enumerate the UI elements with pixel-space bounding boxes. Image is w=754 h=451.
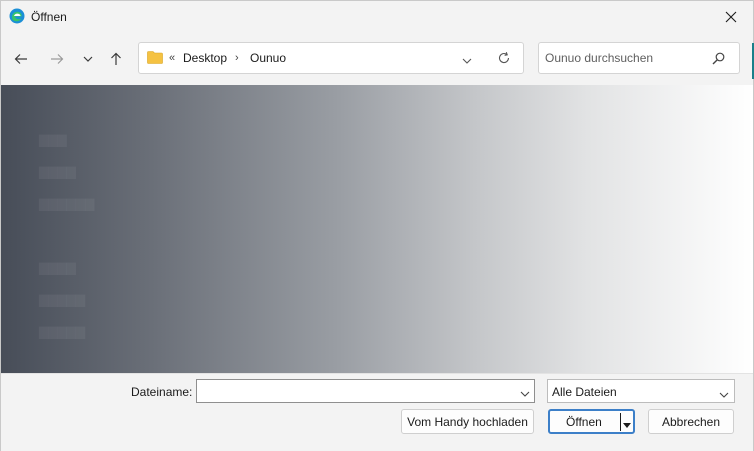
breadcrumb-separator[interactable]: › [235, 52, 239, 64]
forward-button[interactable] [46, 50, 68, 68]
refresh-icon[interactable] [497, 51, 511, 68]
blurred-item: ▇▇▇▇▇▇ [39, 197, 95, 211]
edge-icon [9, 8, 25, 24]
cancel-label: Abbrechen [661, 414, 721, 429]
recent-locations-button[interactable] [77, 50, 99, 68]
arrow-left-icon [14, 54, 27, 64]
close-button[interactable] [709, 1, 753, 33]
navigation-toolbar: « Desktop › Ounuo Ounuo durchsuchen [1, 33, 753, 85]
arrow-right-icon [51, 54, 64, 64]
folder-icon [147, 51, 163, 67]
search-placeholder: Ounuo durchsuchen [545, 51, 654, 65]
breadcrumb-overflow[interactable]: « [169, 52, 175, 64]
search-input[interactable]: Ounuo durchsuchen [538, 42, 740, 74]
breadcrumb-ounuo[interactable]: Ounuo [250, 51, 286, 65]
upload-from-phone-button[interactable]: Vom Handy hochladen [401, 409, 534, 434]
arrow-up-icon [111, 52, 121, 65]
upload-from-phone-label: Vom Handy hochladen [407, 414, 528, 429]
up-button[interactable] [105, 50, 127, 68]
title-bar: Öffnen [1, 1, 753, 33]
dropdown-arrow-icon[interactable] [623, 418, 631, 432]
filetype-selected: Alle Dateien [552, 385, 617, 399]
address-dropdown-icon[interactable] [462, 53, 472, 67]
search-icon[interactable] [712, 52, 725, 68]
open-label: Öffnen [566, 415, 602, 429]
address-bar[interactable]: « Desktop › Ounuo [138, 42, 524, 74]
blurred-item: ▇▇▇▇▇ [39, 325, 86, 339]
blurred-item: ▇▇▇ [39, 133, 67, 147]
blurred-item: ▇▇▇▇ [39, 261, 76, 275]
chevron-down-icon [719, 387, 729, 401]
filename-label: Dateiname: [131, 385, 193, 399]
chevron-down-icon[interactable] [520, 386, 530, 400]
back-button[interactable] [10, 50, 32, 68]
cancel-button[interactable]: Abbrechen [648, 409, 734, 434]
breadcrumb-desktop[interactable]: Desktop [183, 51, 227, 65]
blurred-item: ▇▇▇▇ [39, 165, 76, 179]
file-list-area[interactable]: ▇▇▇ ▇▇▇▇ ▇▇▇▇▇▇ ▇▇▇▇ ▇▇▇▇▇ ▇▇▇▇▇ [1, 85, 753, 373]
file-controls: Dateiname: Alle Dateien Vom Handy hochla… [1, 373, 753, 451]
open-button[interactable]: Öffnen [548, 409, 635, 434]
filetype-select[interactable]: Alle Dateien [547, 379, 735, 403]
chevron-down-icon [83, 56, 93, 62]
open-file-dialog: Öffnen « Desktop › Ounuo Ounuo durchsuch… [0, 0, 754, 451]
close-icon [725, 11, 737, 23]
filename-field[interactable] [196, 379, 535, 403]
blurred-item: ▇▇▇▇▇ [39, 293, 86, 307]
split-divider [620, 413, 621, 431]
window-title: Öffnen [31, 10, 67, 24]
